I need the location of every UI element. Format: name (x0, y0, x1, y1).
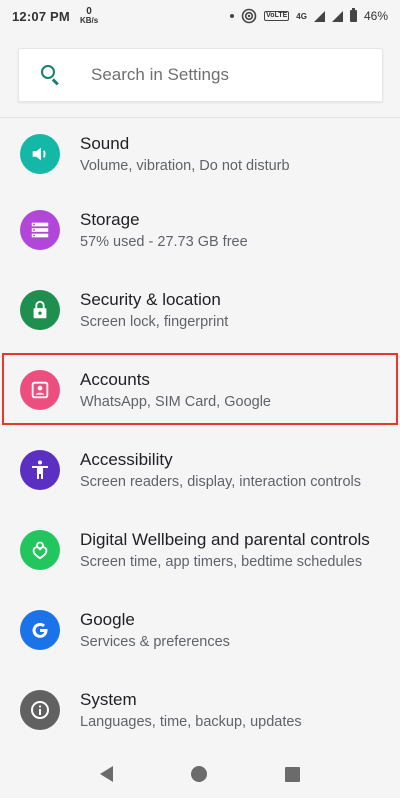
item-subtitle: Screen lock, fingerprint (80, 313, 229, 330)
item-subtitle: Screen readers, display, interaction con… (80, 473, 362, 490)
settings-item-google[interactable]: Google Services & preferences (0, 590, 400, 670)
status-time: 12:07 PM (12, 8, 70, 24)
item-title: Accounts (80, 369, 150, 389)
wellbeing-icon (20, 530, 60, 570)
home-icon[interactable] (191, 766, 207, 782)
item-subtitle: 57% used - 27.73 GB free (80, 233, 248, 250)
settings-item-digital-wellbeing[interactable]: Digital Wellbeing and parental controls … (0, 510, 400, 590)
settings-item-system[interactable]: System Languages, time, backup, updates (0, 670, 400, 750)
item-subtitle: Screen time, app timers, bedtime schedul… (80, 553, 363, 570)
item-title: Sound (80, 133, 130, 153)
settings-item-storage[interactable]: Storage 57% used - 27.73 GB free (0, 190, 400, 270)
notification-dot-icon (230, 14, 235, 18)
item-subtitle: Languages, time, backup, updates (80, 713, 302, 730)
volume-icon (20, 134, 60, 174)
item-title: Storage (80, 209, 140, 229)
lock-icon (20, 290, 60, 330)
settings-item-security[interactable]: Security & location Screen lock, fingerp… (0, 270, 400, 350)
battery-percent: 46% (363, 9, 388, 23)
item-subtitle: WhatsApp, SIM Card, Google (80, 393, 271, 410)
item-title: Google (80, 609, 135, 629)
settings-item-accessibility[interactable]: Accessibility Screen readers, display, i… (0, 430, 400, 510)
item-title: Security & location (80, 289, 221, 309)
search-area (0, 32, 400, 118)
search-bar[interactable] (18, 48, 383, 102)
settings-item-sound[interactable]: Sound Volume, vibration, Do not disturb (0, 118, 400, 190)
hotspot-icon (241, 8, 257, 24)
settings-item-accounts[interactable]: Accounts WhatsApp, SIM Card, Google (0, 350, 400, 430)
item-title: Accessibility (80, 449, 173, 469)
signal-icon (313, 10, 325, 22)
network-type: 4G (296, 11, 307, 21)
search-input[interactable] (91, 65, 351, 85)
search-icon (41, 65, 61, 86)
signal-icon-2 (331, 10, 343, 22)
item-subtitle: Volume, vibration, Do not disturb (80, 157, 290, 174)
volte-icon: VoLTE (264, 11, 290, 21)
navigation-bar (0, 750, 400, 798)
item-title: System (80, 689, 137, 709)
network-speed: 0 KB/s (79, 6, 99, 25)
item-subtitle: Services & preferences (80, 633, 230, 650)
info-icon (20, 690, 60, 730)
back-icon[interactable] (100, 766, 113, 782)
status-icons: VoLTE 4G 46% (230, 8, 388, 24)
google-icon (20, 610, 60, 650)
accessibility-icon (20, 450, 60, 490)
battery-icon (349, 8, 357, 22)
account-icon (20, 370, 60, 410)
recent-apps-icon[interactable] (285, 766, 300, 782)
status-bar: 12:07 PM 0 KB/s VoLTE 4G 46% (0, 0, 400, 32)
storage-icon (20, 210, 60, 250)
settings-list: Sound Volume, vibration, Do not disturb … (0, 118, 400, 750)
item-title: Digital Wellbeing and parental controls (80, 529, 370, 549)
